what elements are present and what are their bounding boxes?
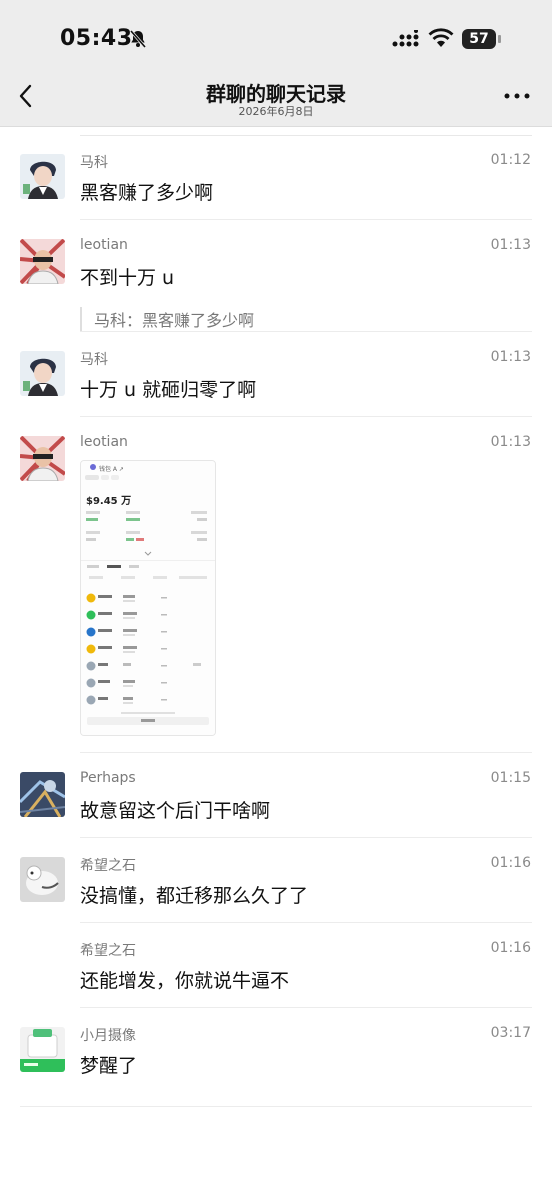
message-text: 梦醒了 xyxy=(80,1055,138,1077)
message-item[interactable]: 马科 01:12 黑客赚了多少啊 xyxy=(0,136,552,220)
message-item[interactable]: 希望之石 01:16 没搞懂，都迁移那么久了了 xyxy=(0,839,552,923)
message-text: 十万 u 就砸归零了啊 xyxy=(80,379,257,401)
message-time: 01:13 xyxy=(490,434,531,450)
divider xyxy=(80,837,532,838)
sender-name: Perhaps xyxy=(80,770,136,786)
message-text: 还能增发，你就说牛逼不 xyxy=(80,970,290,992)
sender-name: 希望之石 xyxy=(80,943,136,959)
message-item[interactable]: leotian 01:13 钱包 A ↗ $9.45 万 xyxy=(0,418,552,753)
avatar xyxy=(20,857,65,902)
message-time: 03:17 xyxy=(490,1025,531,1041)
avatar xyxy=(20,436,65,481)
message-item[interactable]: 希望之石 01:16 还能增发，你就说牛逼不 xyxy=(0,924,552,1008)
header-bar: 05:43 57 群聊的聊天记录 2026年6月8日 xyxy=(0,0,552,127)
avatar xyxy=(20,351,65,396)
sender-name: 希望之石 xyxy=(80,858,136,874)
message-text: 故意留这个后门干啥啊 xyxy=(80,800,271,822)
message-time: 01:16 xyxy=(490,940,531,956)
message-item[interactable]: leotian 01:13 不到十万 u 马科：黑客赚了多少啊 xyxy=(0,221,552,332)
divider xyxy=(80,219,532,220)
avatar xyxy=(20,239,65,284)
status-time: 05:43 xyxy=(60,26,133,51)
divider xyxy=(80,416,532,417)
message-time: 01:12 xyxy=(490,152,531,168)
wifi-icon xyxy=(428,28,454,47)
image-attachment[interactable]: 钱包 A ↗ $9.45 万 xyxy=(80,460,216,736)
quoted-message[interactable]: 马科：黑客赚了多少啊 xyxy=(80,307,254,331)
bell-muted-icon xyxy=(129,30,147,48)
end-divider xyxy=(20,1106,532,1107)
sender-name: 小月摄像 xyxy=(80,1028,136,1044)
avatar xyxy=(20,1027,65,1072)
message-text: 没搞懂，都迁移那么久了了 xyxy=(80,885,309,907)
divider xyxy=(80,752,532,753)
sender-name: 马科 xyxy=(80,155,108,171)
page-date: 2026年6月8日 xyxy=(238,105,314,118)
battery-tip xyxy=(498,35,501,43)
screenshot-amount: $9.45 万 xyxy=(86,496,132,507)
more-icon[interactable] xyxy=(502,86,532,106)
message-item[interactable]: Perhaps 01:15 故意留这个后门干啥啊 xyxy=(0,754,552,838)
message-time: 01:13 xyxy=(490,237,531,253)
message-text: 黑客赚了多少啊 xyxy=(80,182,214,204)
battery-icon: 57 xyxy=(462,29,496,49)
message-time: 01:15 xyxy=(490,770,531,786)
message-text: 不到十万 u xyxy=(80,267,175,289)
message-time: 01:13 xyxy=(490,349,531,365)
screenshot-header: 钱包 A ↗ xyxy=(99,466,124,473)
sender-name: 马科 xyxy=(80,352,108,368)
avatar xyxy=(20,772,65,817)
message-item[interactable]: 小月摄像 03:17 梦醒了 xyxy=(0,1009,552,1093)
sender-name: leotian xyxy=(80,237,128,253)
divider xyxy=(80,922,532,923)
message-item[interactable]: 马科 01:13 十万 u 就砸归零了啊 xyxy=(0,333,552,417)
divider xyxy=(80,331,532,332)
avatar xyxy=(20,154,65,199)
divider xyxy=(80,1007,532,1008)
sender-name: leotian xyxy=(80,434,128,450)
message-time: 01:16 xyxy=(490,855,531,871)
signal-icon xyxy=(392,30,419,47)
